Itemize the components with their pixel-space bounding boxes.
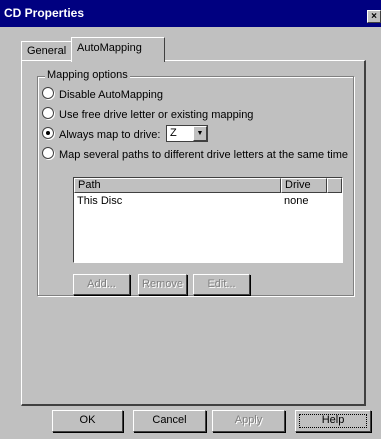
radio-icon — [42, 147, 54, 159]
option-label: Map several paths to different drive let… — [59, 149, 348, 161]
help-button[interactable]: Help — [295, 410, 371, 432]
drive-cell: none — [284, 195, 309, 207]
drive-letter-value: Z — [170, 127, 177, 139]
mapping-options-group: Mapping options Disable AutoMapping Use … — [37, 69, 354, 296]
path-cell: This Disc — [77, 195, 123, 207]
apply-button[interactable]: Apply — [212, 410, 285, 432]
radio-icon — [42, 107, 54, 119]
column-header-path[interactable]: Path — [74, 178, 281, 193]
remove-button[interactable]: Remove — [138, 274, 187, 295]
tab-general[interactable]: General — [21, 41, 72, 61]
option-disable-automapping[interactable]: Disable AutoMapping — [42, 87, 163, 103]
add-button[interactable]: Add... — [73, 274, 130, 295]
option-label: Disable AutoMapping — [59, 89, 163, 101]
column-header-filler — [327, 178, 342, 193]
automapping-page: Mapping options Disable AutoMapping Use … — [21, 60, 366, 406]
radio-checked-icon — [42, 127, 54, 139]
group-label: Mapping options — [45, 69, 130, 81]
ok-button[interactable]: OK — [52, 410, 123, 432]
close-button[interactable]: × — [367, 10, 381, 23]
list-item[interactable]: This Disc none — [74, 194, 342, 208]
tab-automapping-label: AutoMapping — [77, 42, 142, 54]
option-label: Always map to drive: — [59, 129, 161, 141]
option-map-several-paths[interactable]: Map several paths to different drive let… — [42, 147, 348, 163]
column-header-drive[interactable]: Drive — [281, 178, 327, 193]
cd-properties-window: CD Properties × General AutoMapping Mapp… — [0, 0, 381, 439]
chevron-down-icon[interactable]: ▼ — [193, 126, 207, 141]
title-bar: CD Properties × — [0, 0, 381, 27]
cancel-button[interactable]: Cancel — [133, 410, 206, 432]
tab-automapping[interactable]: AutoMapping — [71, 37, 165, 62]
option-use-free-drive[interactable]: Use free drive letter or existing mappin… — [42, 107, 253, 123]
edit-button[interactable]: Edit... — [193, 274, 250, 295]
tab-general-label: General — [27, 45, 67, 57]
close-icon: × — [371, 11, 377, 22]
option-label: Use free drive letter or existing mappin… — [59, 109, 254, 121]
path-drive-list[interactable]: Path Drive This Disc none — [73, 177, 343, 263]
list-header: Path Drive — [74, 178, 342, 193]
radio-icon — [42, 87, 54, 99]
drive-letter-select[interactable]: Z ▼ — [166, 125, 208, 142]
option-always-map[interactable]: Always map to drive: — [42, 127, 160, 143]
window-title: CD Properties — [4, 6, 85, 20]
focus-rect — [299, 414, 367, 428]
